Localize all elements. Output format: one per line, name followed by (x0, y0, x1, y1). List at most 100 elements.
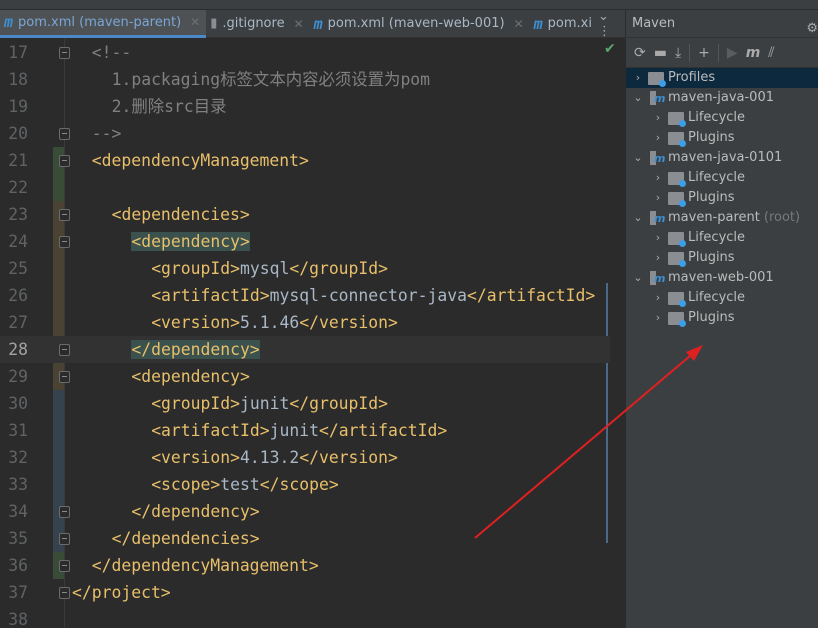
code-line[interactable]: 24 <dependency> (0, 228, 610, 255)
maven-tool-window: Maven ⚙ ⟳ ▬ ⤓ + ▶ m ⫽ › Profiles ⌄ maven-jav… (625, 10, 818, 628)
chevron-right-icon[interactable]: › (632, 68, 644, 88)
chevron-down-icon[interactable]: ⌄ (632, 88, 644, 108)
code-line[interactable]: 17 <!-- (0, 39, 610, 66)
tree-item-lifecycle[interactable]: › Lifecycle (626, 108, 818, 128)
code-line[interactable]: 31 <artifactId>junit</artifactId> (0, 417, 610, 444)
code-line[interactable]: 20 --> (0, 120, 610, 147)
line-number: 35 (8, 529, 28, 548)
run-icon[interactable]: ▶ (727, 45, 738, 61)
code-line[interactable]: 23 <dependencies> (0, 201, 610, 228)
code-token: mysql-connector-java (269, 286, 467, 305)
fold-marker-icon[interactable] (59, 155, 70, 167)
tree-item-maven-java-0101[interactable]: ⌄ maven-java-0101 (626, 148, 818, 168)
fold-marker-icon[interactable] (59, 47, 70, 59)
reload-icon[interactable]: ⟳ (634, 45, 646, 61)
code-line[interactable]: 34 </dependency> (0, 498, 610, 525)
tree-item-plugins[interactable]: › Plugins (626, 188, 818, 208)
line-number: 24 (8, 232, 28, 251)
code-line[interactable]: 19 2.删除src目录 (0, 93, 610, 120)
tree-item-plugins[interactable]: › Plugins (626, 248, 818, 268)
fold-marker-icon[interactable] (59, 128, 70, 140)
code-line[interactable]: 29 <dependency> (0, 363, 610, 390)
tree-item-lifecycle[interactable]: › Lifecycle (626, 228, 818, 248)
plus-icon[interactable]: + (698, 45, 710, 61)
code-line[interactable]: 28 </dependency> (0, 336, 610, 363)
tree-item-maven-parent[interactable]: ⌄ maven-parent(root) (626, 208, 818, 228)
main-toolbar (0, 0, 818, 10)
line-number: 29 (8, 367, 28, 386)
add-folder-icon[interactable]: ▬ (654, 45, 667, 61)
line-number: 36 (8, 556, 28, 575)
close-tab-icon[interactable]: ✕ (190, 15, 200, 29)
fold-marker-icon[interactable] (59, 236, 70, 248)
code-line[interactable]: 21 <dependencyManagement> (0, 147, 610, 174)
code-line[interactable]: 22 (0, 174, 610, 201)
tab-overflow-icon[interactable]: ⌄ ⋮ (598, 9, 625, 39)
code-line[interactable]: 27 <version>5.1.46</version> (0, 309, 610, 336)
fold-marker-icon[interactable] (59, 506, 70, 518)
tree-item-maven-java-001[interactable]: ⌄ maven-java-001 (626, 88, 818, 108)
folder-gear-icon (668, 291, 686, 307)
chevron-right-icon[interactable]: › (652, 108, 664, 128)
close-tab-icon[interactable]: ✕ (514, 17, 524, 31)
maven-title: Maven (632, 16, 676, 31)
code-token: </version> (299, 448, 398, 467)
code-line[interactable]: 33 <scope>test</scope> (0, 471, 610, 498)
tree-item-lifecycle[interactable]: › Lifecycle (626, 168, 818, 188)
code-line[interactable]: 26 <artifactId>mysql-connector-java</arti… (0, 282, 610, 309)
chevron-right-icon[interactable]: › (652, 168, 664, 188)
fold-marker-icon[interactable] (59, 560, 70, 572)
folder-gear-icon (668, 111, 686, 127)
download-icon[interactable]: ⤓ (675, 45, 681, 61)
code-line[interactable]: 37 </project> (0, 579, 610, 606)
fold-marker-icon[interactable] (59, 587, 70, 599)
chevron-right-icon[interactable]: › (652, 288, 664, 308)
code-editor[interactable]: ✔ 17 <!-- 18 1.packaging标签文本内容必须设置为pom 19 2.删… (0, 39, 625, 628)
gear-icon[interactable]: ⚙ (806, 15, 818, 43)
toggle-offline-icon[interactable]: ⫽ (768, 45, 774, 61)
root-badge: (root) (763, 210, 801, 225)
chevron-right-icon[interactable]: › (652, 188, 664, 208)
code-token: </groupId> (289, 259, 389, 278)
chevron-right-icon[interactable]: › (652, 228, 664, 248)
code-line[interactable]: 25 <groupId>mysql</groupId> (0, 255, 610, 282)
chevron-right-icon[interactable]: › (652, 248, 664, 268)
fold-marker-icon[interactable] (59, 371, 70, 383)
chevron-down-icon[interactable]: ⌄ (632, 208, 644, 228)
chevron-down-icon[interactable]: ⌄ (632, 268, 644, 288)
code-line[interactable]: 35 </dependencies> (0, 525, 610, 552)
code-token: <groupId> (151, 259, 240, 278)
tree-item-plugins[interactable]: › Plugins (626, 128, 818, 148)
folder-gear-icon (668, 131, 686, 147)
close-tab-icon[interactable]: ✕ (294, 17, 304, 31)
tab-2[interactable]: m pom.xml (maven-web-001) ✕ (310, 10, 530, 38)
code-line[interactable]: 36 </dependencyManagement> (0, 552, 610, 579)
tree-item-label: Profiles (668, 70, 716, 85)
tree-item-plugins[interactable]: › Plugins (626, 308, 818, 328)
code-token: <groupId> (151, 394, 240, 413)
tree-item-lifecycle[interactable]: › Lifecycle (626, 288, 818, 308)
tab-3[interactable]: m pom.xi (530, 10, 598, 38)
fold-marker-icon[interactable] (59, 344, 70, 356)
maven-goal-icon[interactable]: m (746, 45, 761, 61)
tree-item-label: Lifecycle (688, 170, 746, 185)
folder-gear-icon (668, 231, 686, 247)
fold-marker-icon[interactable] (59, 533, 70, 545)
code-line[interactable]: 30 <groupId>junit</groupId> (0, 390, 610, 417)
chevron-right-icon[interactable]: › (652, 128, 664, 148)
tree-item-maven-web-001[interactable]: ⌄ maven-web-001 (626, 268, 818, 288)
tab-1[interactable]: ▮ .gitignore ✕ (206, 10, 309, 38)
chevron-right-icon[interactable]: › (652, 308, 664, 328)
line-number: 21 (8, 151, 28, 170)
code-token: <dependency> (131, 232, 250, 251)
maven-icon: m (533, 14, 543, 33)
chevron-down-icon[interactable]: ⌄ (632, 148, 644, 168)
code-token: test (220, 475, 260, 494)
tree-item-profiles[interactable]: › Profiles (626, 68, 818, 88)
code-line[interactable]: 18 1.packaging标签文本内容必须设置为pom (0, 66, 610, 93)
code-line[interactable]: 38 (0, 606, 610, 628)
tab-0[interactable]: m pom.xml (maven-parent) ✕ (0, 9, 207, 38)
code-line[interactable]: 32 <version>4.13.2</version> (0, 444, 610, 471)
code-token: <dependency> (131, 367, 250, 386)
fold-marker-icon[interactable] (59, 209, 70, 221)
